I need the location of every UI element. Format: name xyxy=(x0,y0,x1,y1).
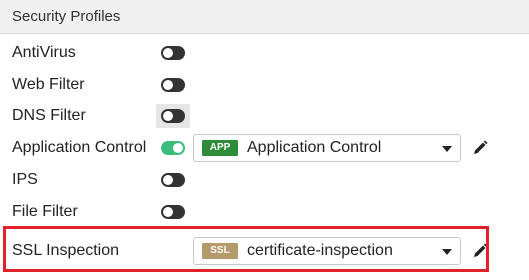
toggle-knob xyxy=(163,175,173,185)
ssl-inspection-highlight-box xyxy=(3,226,489,272)
application-control-select-value: Application Control xyxy=(247,139,382,156)
profile-row-file-filter: File Filter xyxy=(0,197,529,227)
antivirus-toggle[interactable] xyxy=(161,46,185,60)
security-profiles-panel: Security Profiles AntiVirus Web Filter D… xyxy=(0,0,529,280)
web-filter-label: Web Filter xyxy=(12,76,85,93)
file-filter-label: File Filter xyxy=(12,203,78,220)
application-control-toggle[interactable] xyxy=(161,141,185,155)
application-control-select[interactable]: APP Application Control xyxy=(193,134,461,162)
profile-row-application-control: Application Control APP Application Cont… xyxy=(0,133,529,163)
caret-down-icon xyxy=(442,146,452,152)
toggle-knob xyxy=(163,207,173,217)
profile-row-dns-filter: DNS Filter xyxy=(0,101,529,131)
dns-filter-toggle[interactable] xyxy=(161,109,185,123)
ips-toggle[interactable] xyxy=(161,173,185,187)
section-header: Security Profiles xyxy=(0,0,529,34)
profile-row-ips: IPS xyxy=(0,165,529,195)
profile-row-web-filter: Web Filter xyxy=(0,70,529,100)
toggle-knob xyxy=(163,111,173,121)
toggle-knob xyxy=(163,80,173,90)
profile-row-antivirus: AntiVirus xyxy=(0,38,529,68)
section-title: Security Profiles xyxy=(12,8,121,25)
application-control-label: Application Control xyxy=(12,139,147,156)
file-filter-toggle[interactable] xyxy=(161,205,185,219)
ips-label: IPS xyxy=(12,171,38,188)
web-filter-toggle[interactable] xyxy=(161,78,185,92)
toggle-knob xyxy=(173,143,183,153)
antivirus-label: AntiVirus xyxy=(12,44,76,61)
toggle-knob xyxy=(163,48,173,58)
app-badge: APP xyxy=(202,140,238,156)
pencil-icon[interactable] xyxy=(472,140,488,156)
dns-filter-label: DNS Filter xyxy=(12,107,86,124)
